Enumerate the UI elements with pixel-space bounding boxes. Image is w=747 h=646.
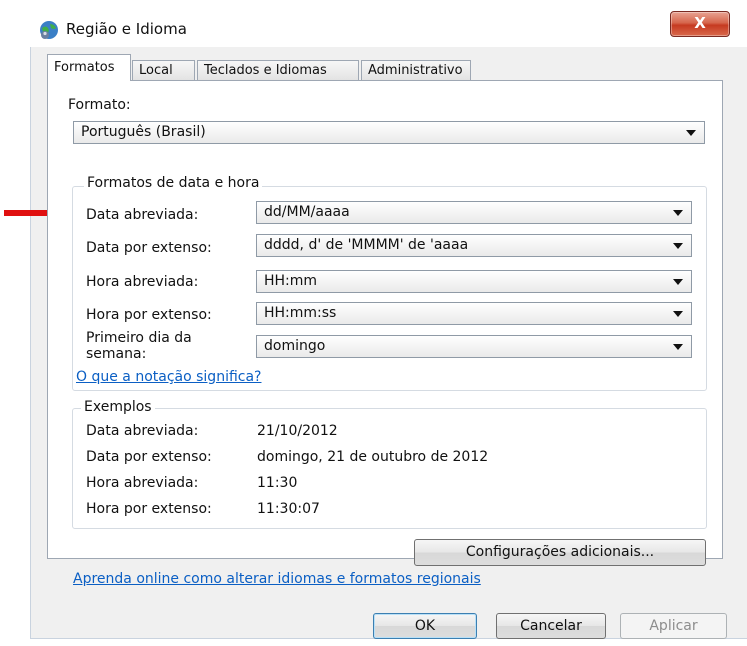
long-date-select[interactable]: dddd, d' de 'MMMM' de 'aaaa — [256, 234, 692, 257]
example-long-date-value: domingo, 21 de outubro de 2012 — [257, 449, 489, 465]
chevron-down-icon — [673, 243, 683, 249]
close-icon: X — [694, 14, 706, 32]
additional-settings-button[interactable]: Configurações adicionais... — [414, 539, 706, 566]
window-title: Região e Idioma — [66, 20, 187, 38]
close-button[interactable]: X — [670, 11, 730, 37]
long-time-select[interactable]: HH:mm:ss — [256, 302, 692, 325]
notation-help-link[interactable]: O que a notação significa? — [76, 369, 261, 385]
learn-online-link[interactable]: Aprenda online como alterar idiomas e fo… — [73, 571, 481, 587]
tab-formatos[interactable]: Formatos — [47, 54, 131, 81]
chevron-down-icon — [673, 210, 683, 216]
chevron-down-icon — [686, 130, 696, 136]
short-date-select[interactable]: dd/MM/aaaa — [256, 201, 692, 224]
short-date-label: Data abreviada: — [86, 207, 199, 223]
chevron-down-icon — [673, 311, 683, 317]
first-day-label-line2: semana: — [86, 346, 147, 362]
formats-panel: Formato: Português (Brasil) Formatos de … — [47, 80, 723, 566]
long-time-value: HH:mm:ss — [264, 305, 337, 321]
short-time-label: Hora abreviada: — [86, 274, 199, 290]
globe-icon — [40, 21, 58, 39]
example-short-date-value: 21/10/2012 — [257, 423, 338, 439]
first-day-value: domingo — [264, 338, 326, 354]
cancel-button[interactable]: Cancelar — [496, 613, 606, 639]
tab-teclados-idiomas[interactable]: Teclados e Idiomas — [197, 60, 359, 80]
first-day-label-line1: Primeiro dia da — [86, 330, 192, 346]
tab-local[interactable]: Local — [132, 60, 195, 80]
example-long-date-label: Data por extenso: — [86, 449, 212, 465]
long-date-label: Data por extenso: — [86, 240, 212, 256]
format-select-value: Português (Brasil) — [81, 124, 206, 140]
first-day-select[interactable]: domingo — [256, 335, 692, 358]
datetime-formats-title: Formatos de data e hora — [84, 175, 263, 191]
example-short-time-value: 11:30 — [257, 475, 298, 491]
examples-title: Exemplos — [81, 399, 155, 415]
long-date-value: dddd, d' de 'MMMM' de 'aaaa — [264, 237, 469, 253]
short-date-value: dd/MM/aaaa — [264, 204, 350, 220]
ok-button[interactable]: OK — [373, 613, 477, 639]
example-long-time-value: 11:30:07 — [257, 501, 320, 517]
chevron-down-icon — [673, 279, 683, 285]
chevron-down-icon — [673, 344, 683, 350]
example-long-time-label: Hora por extenso: — [86, 501, 212, 517]
format-select[interactable]: Português (Brasil) — [73, 121, 705, 144]
short-time-value: HH:mm — [264, 273, 318, 289]
example-short-date-label: Data abreviada: — [86, 423, 199, 439]
format-label: Formato: — [68, 97, 131, 113]
tab-administrativo[interactable]: Administrativo — [361, 60, 471, 80]
first-day-label: Primeiro dia da semana: — [86, 330, 192, 362]
example-short-time-label: Hora abreviada: — [86, 475, 199, 491]
apply-button[interactable]: Aplicar — [620, 613, 727, 639]
long-time-label: Hora por extenso: — [86, 307, 212, 323]
short-time-select[interactable]: HH:mm — [256, 270, 692, 293]
